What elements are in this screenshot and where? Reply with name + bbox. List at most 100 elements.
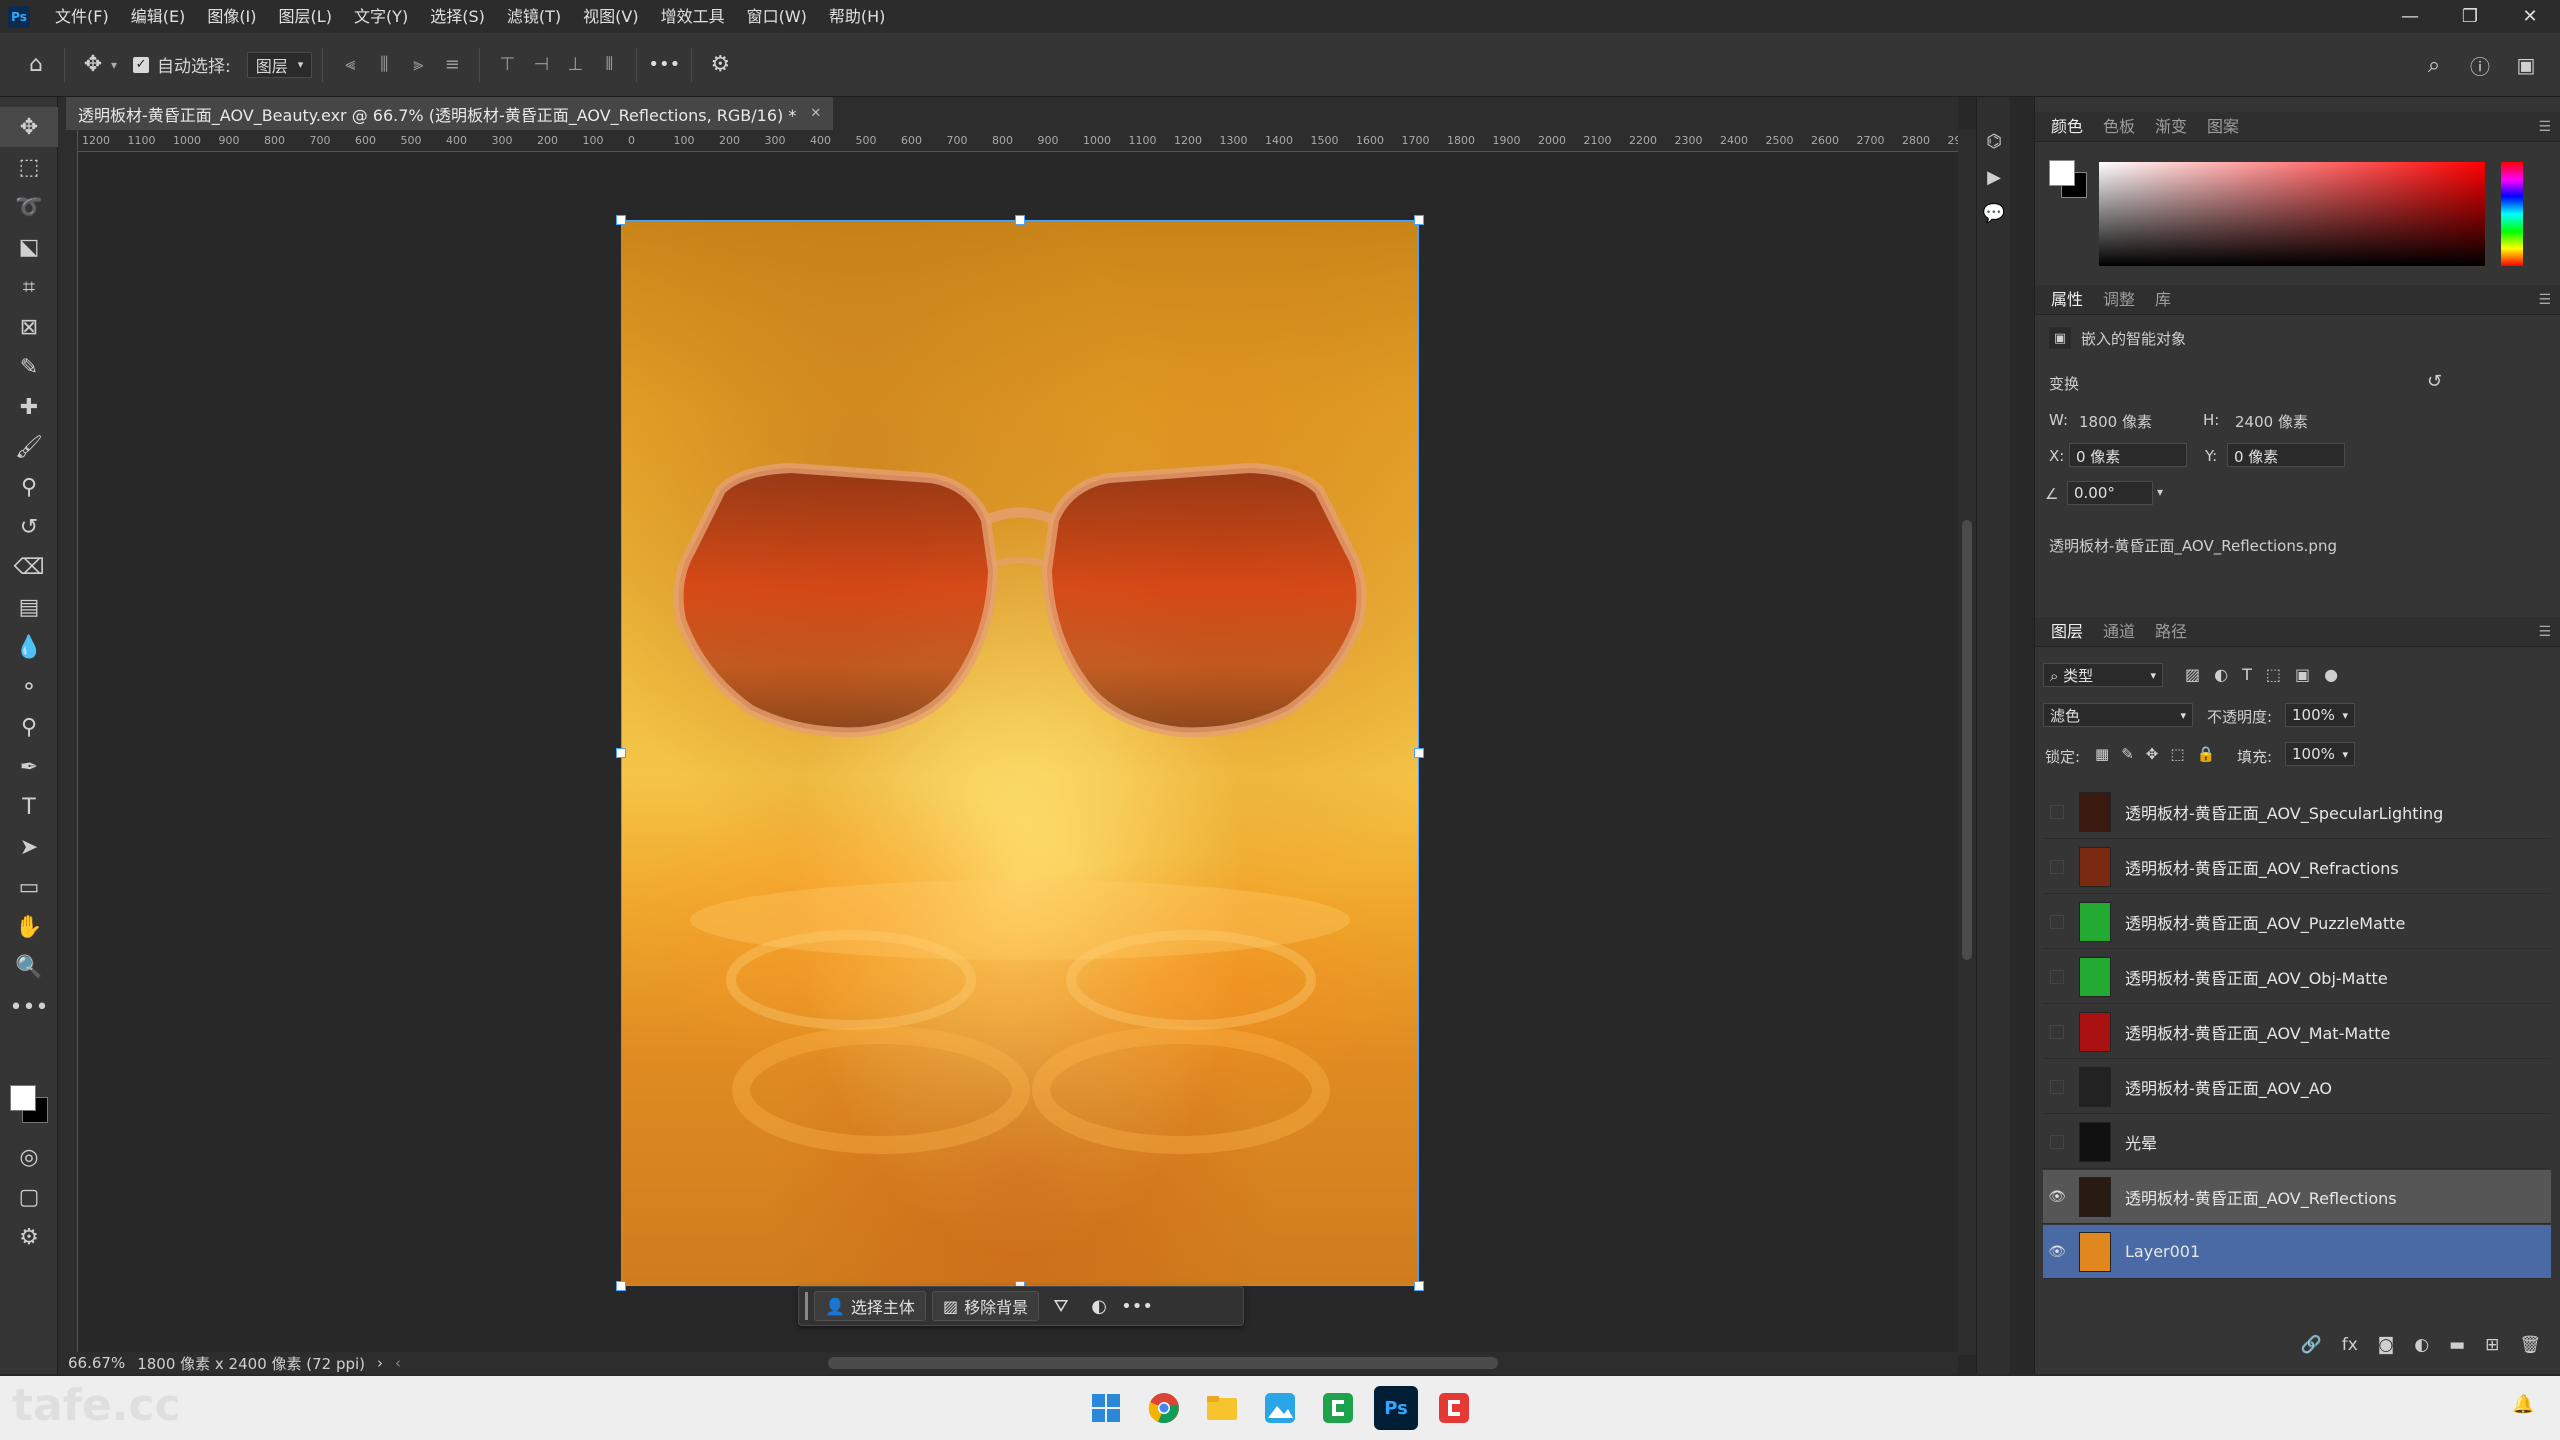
hue-slider[interactable] [2501,162,2523,266]
visibility-toggle[interactable] [2043,950,2071,1004]
menu-item[interactable]: 文件(F) [44,0,120,33]
history-brush-tool-icon[interactable]: ↺ [0,507,58,547]
layer-row[interactable]: 透明板材-黄昏正面_AOV_Refractions [2043,840,2551,894]
x-position-input[interactable]: 0 像素 [2069,443,2187,467]
layer-name[interactable]: 透明板材-黄昏正面_AOV_Refractions [2125,855,2399,879]
eyedropper-tool-icon[interactable]: ✎ [0,347,58,387]
panel-tab[interactable]: 通道 [2093,617,2145,647]
panel-menu-icon[interactable]: ☰ [2538,292,2551,308]
remove-background-button[interactable]: ▨ 移除背景 [931,1291,1040,1321]
chevron-down-icon[interactable]: ▾ [2157,485,2163,499]
path-selection-tool-icon[interactable]: ➤ [0,827,58,867]
layer-name[interactable]: 透明板材-黄昏正面_AOV_AO [2125,1075,2332,1099]
lock-position-icon[interactable]: ✥ [2146,745,2159,763]
vertical-scrollbar[interactable] [1958,130,1976,1355]
red-app-icon[interactable] [1432,1386,1476,1430]
document-info[interactable]: 1800 像素 x 2400 像素 (72 ppi) [137,1353,365,1374]
reset-transform-icon[interactable]: ↺ [2427,371,2442,392]
menu-item[interactable]: 滤镜(T) [496,0,572,33]
lasso-tool-icon[interactable]: ➰ [0,187,58,227]
panel-menu-icon[interactable]: ☰ [2538,119,2551,135]
hand-tool-icon[interactable]: ✋ [0,907,58,947]
panel-tab[interactable]: 库 [2145,285,2181,315]
more-options-icon[interactable]: ••• [648,50,680,80]
drag-handle[interactable] [805,1292,808,1320]
adjustment-icon[interactable]: ◐ [1083,1291,1115,1321]
close-icon[interactable]: ✕ [2500,0,2560,33]
layer-filter-select[interactable]: ⌕ 类型 ▾ [2043,663,2163,687]
blend-mode-select[interactable]: 滤色 ▾ [2043,703,2193,727]
mask-icon[interactable]: ⛛ [1045,1291,1077,1321]
filter-adjustment-icon[interactable]: ◐ [2214,665,2228,684]
history-icon[interactable]: ⌬ [1977,123,2011,159]
gradient-tool-icon[interactable]: ▤ [0,587,58,627]
filter-smart-object-icon[interactable]: ▣ [2295,665,2310,684]
panel-tab[interactable]: 图案 [2197,112,2249,142]
blur-tool-icon[interactable]: 💧 [0,627,58,667]
panel-tab[interactable]: 调整 [2093,285,2145,315]
layer-thumbnail[interactable] [2079,1011,2111,1052]
rectangle-tool-icon[interactable]: ▭ [0,867,58,907]
visibility-toggle[interactable] [2043,840,2071,894]
move-tool-icon[interactable]: ✥ [0,107,58,147]
brush-tool-icon[interactable]: 🖌 [0,427,58,467]
layer-style-icon[interactable]: fx [2342,1335,2358,1355]
menu-item[interactable]: 窗口(W) [736,0,818,33]
crop-tool-icon[interactable]: ⌗ [0,267,58,307]
filter-pixel-icon[interactable]: ▨ [2185,665,2200,684]
new-layer-icon[interactable]: ⊞ [2485,1335,2499,1355]
foreground-color-swatch[interactable] [10,1085,36,1111]
visibility-toggle[interactable] [2043,785,2071,839]
panel-tab[interactable]: 属性 [2041,285,2093,315]
auto-select-target-select[interactable]: 图层 ▾ [246,51,313,78]
width-value[interactable]: 1800 像素 [2079,411,2152,432]
lock-artboard-icon[interactable]: ⬚ [2170,745,2184,763]
layer-thumbnail[interactable] [2079,846,2111,887]
help-icon[interactable]: ⓘ [2462,47,2498,83]
distribute-icon[interactable]: ≡ [437,50,467,80]
panel-tab[interactable]: 渐变 [2145,112,2197,142]
layer-thumbnail[interactable] [2079,1231,2111,1272]
align-center-icon[interactable]: ⫼ [369,50,399,80]
document-tab[interactable]: 透明板材-黄昏正面_AOV_Beauty.exr @ 66.7% (透明板材-黄… [66,97,834,130]
lock-all-icon[interactable]: 🔒 [2197,745,2216,763]
layer-row[interactable]: 👁 透明板材-黄昏正面_AOV_Reflections [2043,1170,2551,1224]
panel-tab[interactable]: 图层 [2041,617,2093,647]
layer-name[interactable]: 透明板材-黄昏正面_AOV_Mat-Matte [2125,1020,2390,1044]
search-icon[interactable]: ⌕ [2416,47,2452,83]
chevron-left-icon[interactable]: ‹ [395,1354,401,1372]
zoom-tool-icon[interactable]: 🔍 [0,947,58,987]
photoshop-icon[interactable]: Ps [1374,1386,1418,1430]
layer-name[interactable]: Layer001 [2125,1242,2200,1261]
select-subject-button[interactable]: 👤 选择主体 [814,1291,926,1321]
lock-pixels-icon[interactable]: ✎ [2121,745,2134,763]
document-image[interactable] [621,220,1419,1286]
file-explorer-icon[interactable] [1200,1386,1244,1430]
y-position-input[interactable]: 0 像素 [2227,443,2345,467]
menu-item[interactable]: 图层(L) [268,0,343,33]
windows-start-icon[interactable] [1084,1386,1128,1430]
green-app-icon[interactable] [1316,1386,1360,1430]
layer-row[interactable]: 👁 Layer001 [2043,1225,2551,1279]
layer-name[interactable]: 透明板材-黄昏正面_AOV_Obj-Matte [2125,965,2388,989]
visibility-toggle[interactable] [2043,1115,2071,1169]
group-icon[interactable]: ▬ [2449,1335,2465,1355]
close-tab-icon[interactable]: ✕ [810,106,821,121]
layer-thumbnail[interactable] [2079,791,2111,832]
edit-toolbar-icon[interactable]: ⚙ [0,1217,58,1257]
eraser-tool-icon[interactable]: ⌫ [0,547,58,587]
screen-mode-icon[interactable]: ▢ [0,1177,58,1217]
horizontal-scrollbar[interactable] [828,1357,1498,1369]
filter-toggle-icon[interactable]: ● [2324,665,2338,684]
align-top-icon[interactable]: ⊤ [492,50,522,80]
layer-row[interactable]: 透明板材-黄昏正面_AOV_Mat-Matte [2043,1005,2551,1059]
notification-icon[interactable]: 🔔 [2512,1394,2538,1420]
align-bottom-icon[interactable]: ⊥ [560,50,590,80]
dodge-tool-icon[interactable]: ⚬ [0,667,58,707]
menu-item[interactable]: 图像(I) [196,0,267,33]
scroll-thumb[interactable] [1962,520,1972,960]
play-icon[interactable]: ▶ [1977,159,2011,195]
layer-name[interactable]: 透明板材-黄昏正面_AOV_Reflections [2125,1185,2397,1209]
height-value[interactable]: 2400 像素 [2235,411,2308,432]
layer-row[interactable]: 光晕 [2043,1115,2551,1169]
